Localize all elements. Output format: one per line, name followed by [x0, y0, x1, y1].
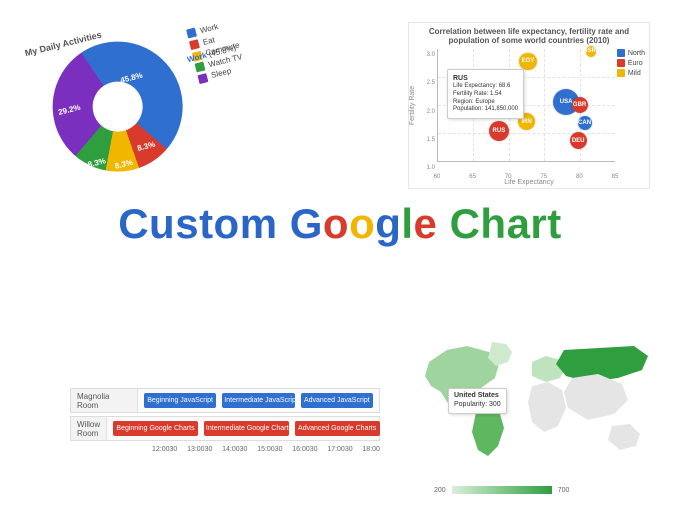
- timeline-bar[interactable]: Intermediate Google Charts: [204, 421, 289, 436]
- timeline-bar[interactable]: Advanced Google Charts: [295, 421, 380, 436]
- bubble-point[interactable]: ISR: [586, 46, 597, 57]
- bubble-title: Correlation between life expectancy, fer…: [409, 23, 649, 45]
- map-legend-min: 200: [434, 487, 446, 494]
- bubble-y-ticks: 3.02.52.01.51.0: [423, 49, 435, 162]
- legend-item[interactable]: Mild: [617, 69, 645, 79]
- map-legend-gradient: [452, 486, 552, 494]
- bubble-point[interactable]: EGY: [519, 53, 536, 70]
- legend-item[interactable]: Euro: [617, 59, 645, 69]
- map-tooltip: United States Popularity: 300: [448, 388, 507, 414]
- timeline-room-label: Willow Room: [71, 417, 107, 440]
- g-letter: o: [349, 200, 375, 248]
- timeline-bar[interactable]: Beginning JavaScript: [144, 393, 216, 408]
- map-legend-max: 700: [558, 487, 570, 494]
- bubble-point[interactable]: DEU: [570, 132, 587, 149]
- timeline-bar[interactable]: Beginning Google Charts: [113, 421, 198, 436]
- region-south-america[interactable]: [472, 408, 504, 456]
- region-africa[interactable]: [528, 382, 566, 432]
- title-word-chart: Chart: [450, 200, 562, 248]
- bubble-legend: North Euro Mild: [617, 49, 645, 79]
- timeline-bar[interactable]: Intermediate JavaScript: [222, 393, 294, 408]
- timeline-panel: Magnolia Room Beginning JavaScript Interme…: [70, 388, 380, 453]
- g-letter: l: [401, 200, 413, 248]
- bubble-point[interactable]: RUS: [489, 121, 509, 141]
- timeline-bar[interactable]: Advanced JavaScript: [301, 393, 373, 408]
- g-letter: o: [323, 200, 349, 248]
- region-asia[interactable]: [564, 374, 628, 420]
- timeline-axis: 12:003013:003014:003015:003016:003017:00…: [70, 444, 380, 453]
- legend-item[interactable]: North: [617, 49, 645, 59]
- timeline-room-label: Magnolia Room: [71, 389, 138, 412]
- title-word-google: Google: [290, 200, 438, 248]
- bubble-tooltip: RUS Life Expectancy: 68.6 Fertility Rate…: [447, 69, 524, 119]
- bubble-x-axis-label: Life Expectancy: [409, 179, 649, 186]
- donut-chart-panel: My Daily Activities Work Eat Commute Wat…: [18, 0, 261, 209]
- timeline-row: Magnolia Room Beginning JavaScript Interme…: [70, 388, 380, 413]
- geo-chart-panel: United States Popularity: 300 200 700: [414, 334, 654, 494]
- bubble-point[interactable]: CAN: [578, 116, 592, 130]
- bubble-chart-panel: Correlation between life expectancy, fer…: [408, 22, 650, 189]
- bubble-y-axis-label: Fertility Rate: [406, 23, 420, 188]
- title-word-custom: Custom: [118, 200, 277, 248]
- bubble-point[interactable]: GBR: [572, 97, 588, 113]
- main-title: Custom Google Chart: [0, 200, 680, 248]
- g-letter: G: [290, 200, 323, 248]
- map-legend: 200 700: [434, 486, 569, 494]
- region-australia[interactable]: [608, 424, 640, 450]
- stage: Custom Google Chart My Daily Activities …: [0, 0, 680, 519]
- g-letter: e: [414, 200, 438, 248]
- timeline-row: Willow Room Beginning Google Charts Interm…: [70, 416, 380, 441]
- g-letter: g: [375, 200, 401, 248]
